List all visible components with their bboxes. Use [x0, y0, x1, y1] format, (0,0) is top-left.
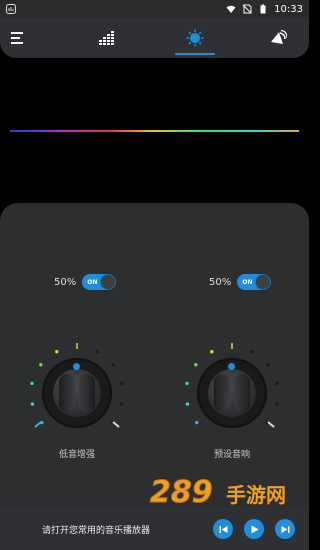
notification-icon	[6, 4, 16, 14]
virtualizer-toggle-row: 50% ON	[209, 274, 272, 290]
knob-scale-dot	[266, 363, 270, 367]
watermark-digits: 289	[150, 475, 213, 510]
wifi-icon	[226, 5, 236, 13]
bass-toggle-row: 50% ON	[54, 274, 117, 290]
virtualizer-toggle-knob	[256, 275, 271, 289]
virtualizer-toggle-label: ON	[242, 278, 253, 286]
tab-equalizer[interactable]	[77, 18, 154, 58]
previous-icon	[219, 525, 227, 533]
knob-scale-dot	[30, 402, 35, 406]
virtualizer-percent: 50%	[209, 276, 232, 288]
bass-percent: 50%	[54, 276, 77, 288]
knob-scale-dot	[55, 350, 59, 354]
knob-scale-dot	[210, 350, 214, 354]
bass-knob[interactable]	[44, 360, 110, 426]
status-time: 10:33	[274, 3, 303, 15]
knob-scale-dot	[185, 381, 189, 386]
virtualizer-knob-grip-left	[214, 374, 230, 412]
knob-scale-dot	[274, 402, 279, 406]
previous-button[interactable]	[213, 519, 233, 539]
bass-knob-grip-right	[79, 374, 95, 412]
menu-icon	[10, 32, 23, 44]
play-icon	[251, 525, 258, 533]
player-bar: 请打开您常用的音乐播放器	[0, 508, 309, 550]
virtualizer-knob-indicator	[228, 363, 235, 370]
knob-scale-dot	[119, 402, 124, 406]
knob-scale-dot	[120, 381, 124, 386]
virtualizer-label: 预设音响	[213, 450, 250, 460]
bass-knob-area: 低音增强	[17, 333, 137, 460]
audio-visualizer	[0, 58, 309, 203]
virtualizer-knob[interactable]	[199, 360, 265, 426]
tab-virtualizer[interactable]	[232, 18, 309, 58]
site-watermark: 289 手游网	[150, 475, 287, 511]
speaker-icon	[271, 30, 288, 44]
play-button[interactable]	[244, 519, 264, 539]
sun-gear-icon	[186, 29, 204, 47]
knob-scale-dot	[39, 363, 43, 367]
menu-button[interactable]	[0, 18, 77, 58]
no-sim-icon	[242, 4, 252, 14]
battery-icon	[260, 4, 266, 14]
bass-toggle-knob	[101, 275, 116, 289]
top-toolbar	[0, 18, 309, 58]
next-button[interactable]	[275, 519, 295, 539]
knob-scale-dot	[111, 363, 115, 367]
knob-scale-dot	[185, 402, 190, 406]
bass-label: 低音增强	[58, 450, 95, 460]
next-icon	[281, 525, 289, 533]
bass-knob-indicator	[73, 363, 80, 370]
watermark-text: 手游网	[226, 483, 286, 507]
bass-toggle-label: ON	[87, 278, 98, 286]
knob-scale-dot	[30, 381, 34, 386]
virtualizer-knob-area: 预设音响	[172, 333, 292, 460]
knob-scale-dot	[250, 350, 254, 354]
visualizer-spectrum-line	[10, 130, 299, 132]
active-tab-indicator	[175, 53, 216, 55]
tab-bass-boost[interactable]	[155, 18, 232, 58]
player-prompt: 请打开您常用的音乐播放器	[42, 525, 151, 536]
knob-scale-dot	[275, 381, 279, 386]
knob-scale-dot	[95, 350, 99, 354]
virtualizer-knob-grip-right	[234, 374, 250, 412]
knob-scale-dot	[194, 363, 198, 367]
virtualizer-toggle[interactable]: ON	[237, 274, 272, 290]
bass-knob-grip-left	[59, 374, 75, 412]
equalizer-icon	[98, 31, 114, 45]
status-bar: 10:33	[0, 0, 309, 18]
knob-scale-dot	[195, 420, 199, 425]
bass-toggle[interactable]: ON	[82, 274, 117, 290]
